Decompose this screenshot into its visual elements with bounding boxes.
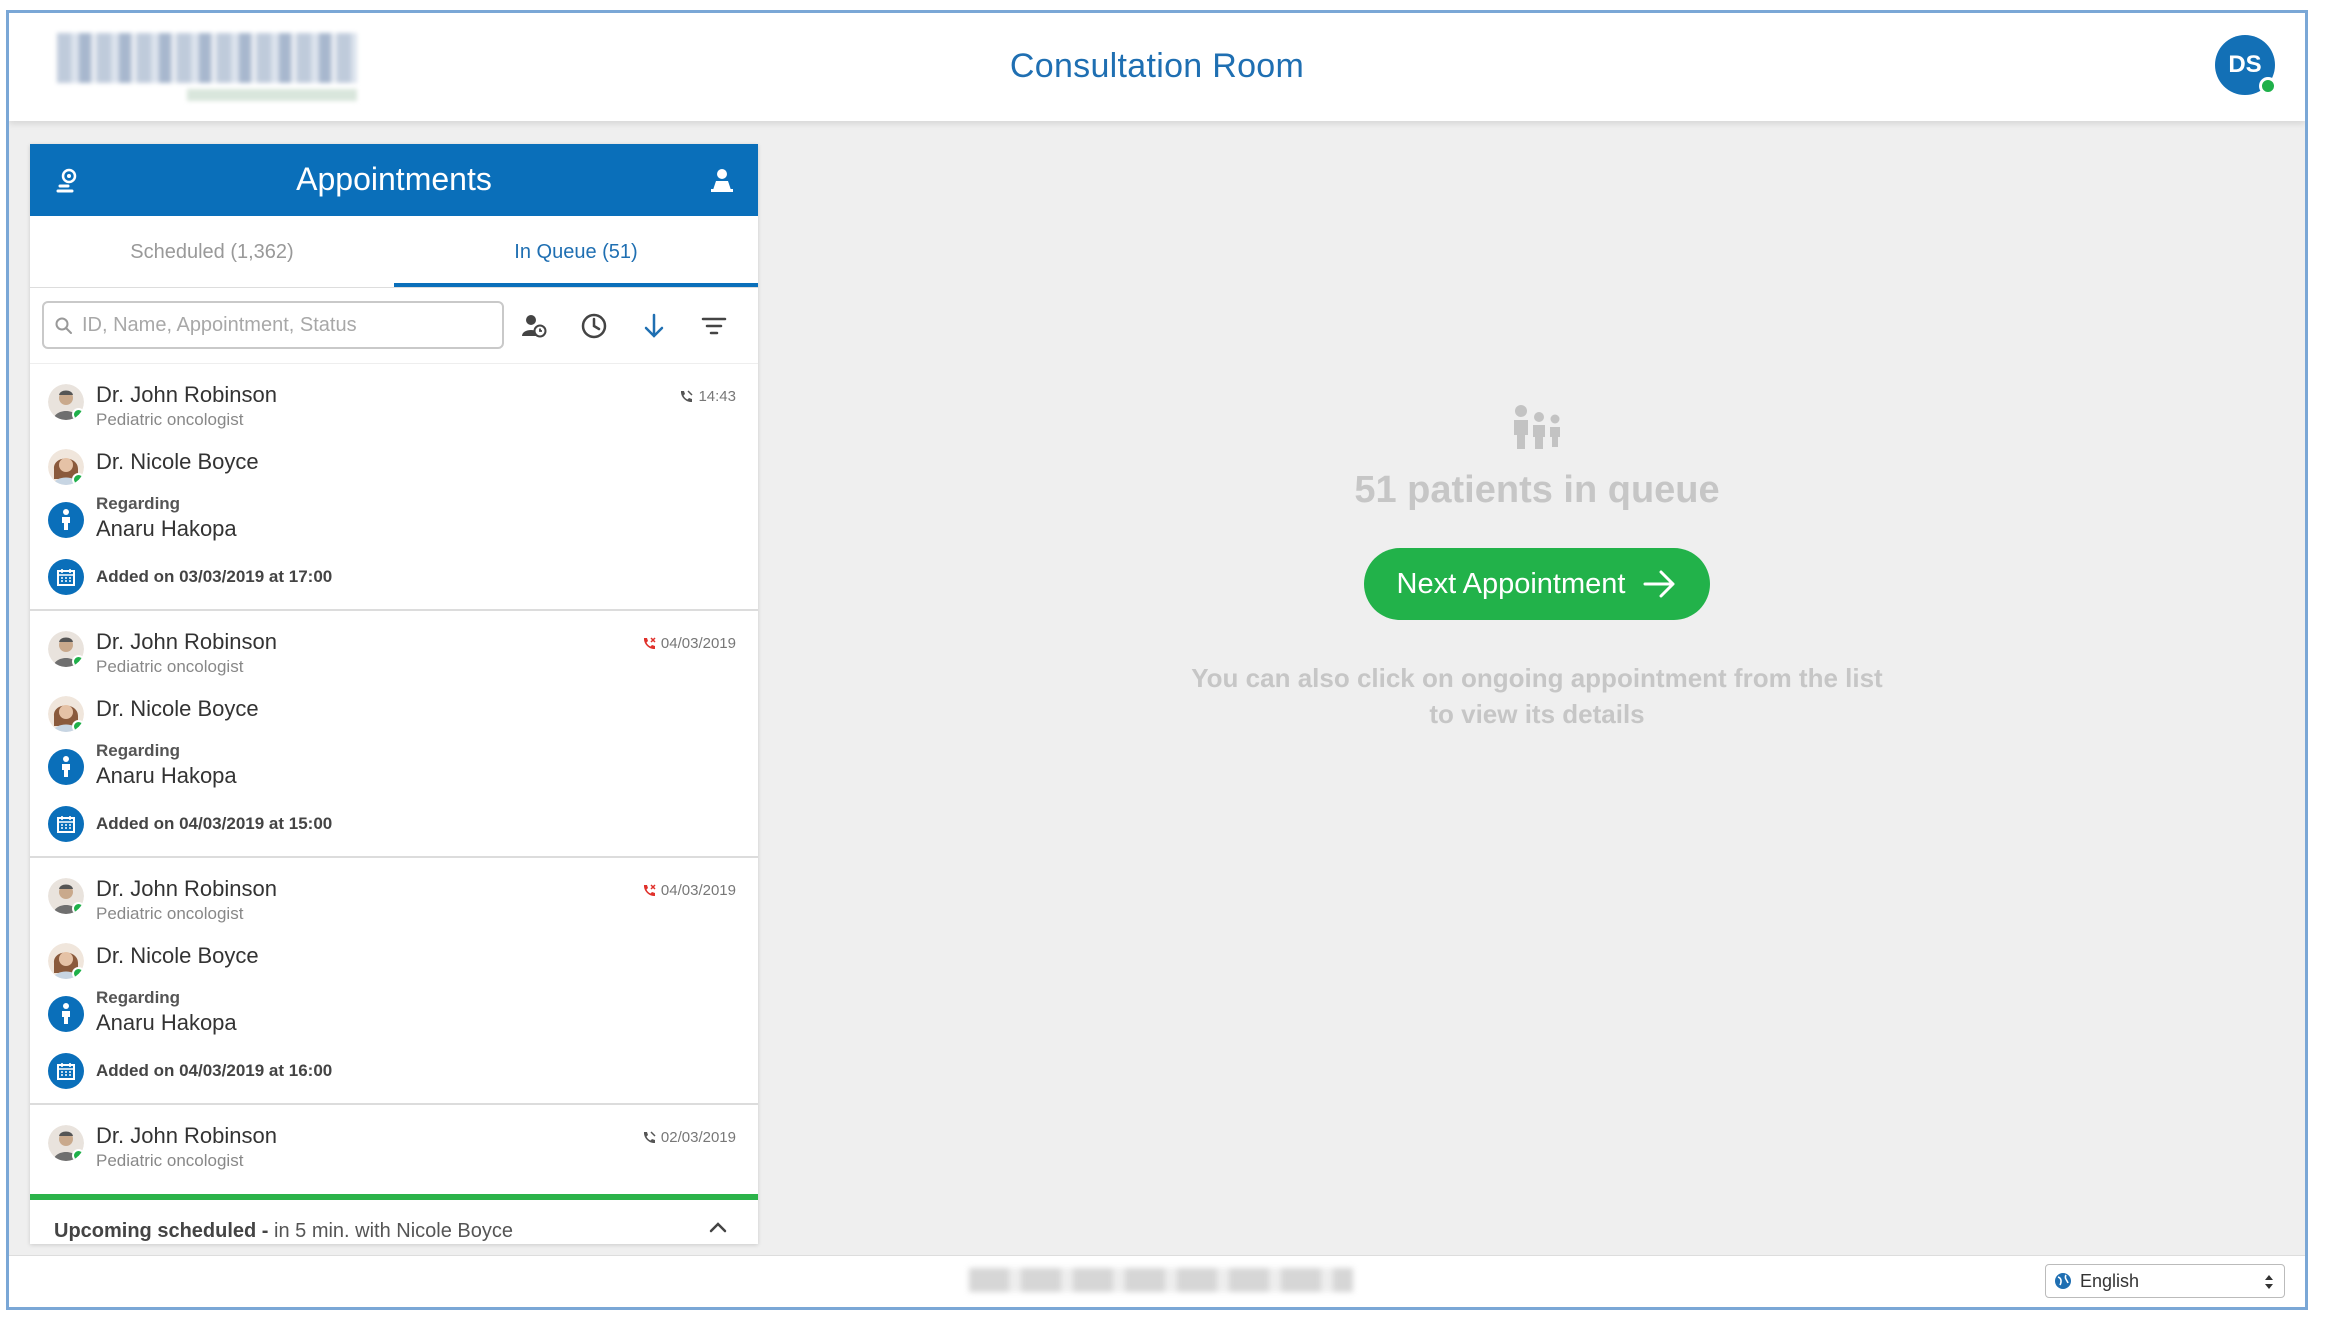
appointment-list: Dr. John Robinson Pediatric oncologist 1… bbox=[30, 364, 758, 1194]
colleague-avatar bbox=[48, 449, 84, 485]
search-input[interactable] bbox=[82, 307, 492, 343]
patient-name: Anaru Hakopa bbox=[96, 763, 237, 788]
upcoming-text: Upcoming scheduled - in 5 min. with Nico… bbox=[54, 1220, 514, 1242]
call-time: 04/03/2019 bbox=[641, 882, 736, 899]
top-header: Consultation Room DS bbox=[9, 13, 2305, 121]
appointments-title: Appointments bbox=[296, 161, 492, 197]
patient-icon bbox=[48, 749, 84, 785]
doctor-avatar bbox=[48, 1125, 84, 1161]
appointments-panel: Appointments Scheduled (1,362) In Queue … bbox=[30, 144, 758, 1244]
patient-icon bbox=[48, 502, 84, 538]
doctor-avatar bbox=[48, 384, 84, 420]
added-date: Added on 04/03/2019 at 15:00 bbox=[96, 814, 333, 833]
filter-icon[interactable] bbox=[700, 312, 728, 340]
appointment-tabs: Scheduled (1,362) In Queue (51) bbox=[30, 216, 758, 288]
calendar-icon bbox=[48, 1053, 84, 1089]
search-icon bbox=[55, 317, 72, 334]
added-date: Added on 04/03/2019 at 16:00 bbox=[96, 1061, 333, 1080]
doctor-name: Dr. John Robinson bbox=[96, 382, 277, 407]
language-value: English bbox=[2080, 1270, 2140, 1291]
appointment-card[interactable]: Dr. John Robinson Pediatric oncologist 0… bbox=[30, 858, 758, 1105]
regarding-label: Regarding bbox=[96, 494, 181, 513]
next-appointment-label: Next Appointment bbox=[1396, 567, 1626, 600]
upcoming-scheduled-bar[interactable]: Upcoming scheduled - in 5 min. with Nico… bbox=[30, 1194, 758, 1244]
doctor-name: Dr. John Robinson bbox=[96, 876, 277, 901]
online-status-dot bbox=[2259, 77, 2277, 95]
phone-icon bbox=[681, 389, 693, 402]
patient-name: Anaru Hakopa bbox=[96, 1010, 237, 1035]
sort-descending-icon[interactable] bbox=[640, 312, 668, 340]
doctor-specialty: Pediatric oncologist bbox=[96, 657, 244, 676]
user-initials: DS bbox=[2228, 51, 2262, 78]
doctor-avatar bbox=[48, 878, 84, 914]
colleague-name: Dr. Nicole Boyce bbox=[96, 696, 259, 721]
doctor-specialty: Pediatric oncologist bbox=[96, 1151, 244, 1170]
missed-call-icon bbox=[643, 883, 656, 896]
colleague-name: Dr. Nicole Boyce bbox=[96, 449, 259, 474]
queue-hint: You can also click on ongoing appointmen… bbox=[1191, 663, 1883, 729]
appointment-card[interactable]: Dr. John Robinson Pediatric oncologist 1… bbox=[30, 364, 758, 611]
doctor-specialty: Pediatric oncologist bbox=[96, 410, 244, 429]
appointment-card[interactable]: Dr. John Robinson Pediatric oncologist 0… bbox=[30, 611, 758, 858]
footer-info-redacted bbox=[969, 1268, 1353, 1292]
phone-icon bbox=[643, 1130, 656, 1143]
doctor-name: Dr. John Robinson bbox=[96, 1123, 277, 1148]
queue-count: 51 patients in queue bbox=[1354, 469, 1720, 511]
calendar-icon bbox=[48, 559, 84, 595]
missed-call-icon bbox=[643, 636, 656, 649]
doctor-specialty: Pediatric oncologist bbox=[96, 904, 244, 923]
call-time: 02/03/2019 bbox=[641, 1129, 736, 1146]
doctor-name: Dr. John Robinson bbox=[96, 629, 277, 654]
select-arrows-icon bbox=[2265, 1275, 2273, 1289]
queue-summary: 51 patients in queue Next Appointment Yo… bbox=[769, 403, 2305, 732]
page-title: Consultation Room bbox=[1009, 47, 1305, 85]
patient-icon bbox=[48, 996, 84, 1032]
call-time: 14:43 bbox=[678, 388, 736, 405]
appointments-header: Appointments bbox=[30, 144, 758, 216]
next-appointment-button[interactable]: Next Appointment bbox=[1364, 548, 1710, 620]
user-avatar[interactable]: DS bbox=[2215, 35, 2277, 95]
clock-icon[interactable] bbox=[580, 312, 608, 340]
language-select[interactable]: English bbox=[2045, 1264, 2285, 1298]
search-box bbox=[42, 301, 504, 349]
colleague-avatar bbox=[48, 696, 84, 732]
tab-in-queue[interactable]: In Queue (51) bbox=[394, 216, 758, 287]
tab-scheduled[interactable]: Scheduled (1,362) bbox=[30, 216, 394, 287]
page-footer: English bbox=[9, 1255, 2305, 1307]
patients-group-icon bbox=[1514, 405, 1560, 449]
regarding-label: Regarding bbox=[96, 741, 181, 760]
app-window: Consultation Room DS Appointments Schedu… bbox=[6, 10, 2308, 1310]
colleague-avatar bbox=[48, 943, 84, 979]
added-date: Added on 03/03/2019 at 17:00 bbox=[96, 567, 333, 586]
appointment-card[interactable]: Dr. John Robinson Pediatric oncologist 0… bbox=[30, 1105, 758, 1194]
calendar-icon bbox=[48, 806, 84, 842]
doctor-avatar bbox=[48, 631, 84, 667]
list-toolbar bbox=[30, 288, 758, 364]
globe-icon bbox=[2055, 1273, 2071, 1289]
arrow-right-icon bbox=[1643, 570, 1675, 598]
chevron-up-icon[interactable] bbox=[708, 1220, 728, 1234]
waiting-room-icon[interactable] bbox=[708, 166, 736, 194]
colleague-name: Dr. Nicole Boyce bbox=[96, 943, 259, 968]
regarding-label: Regarding bbox=[96, 988, 181, 1007]
call-time: 04/03/2019 bbox=[641, 635, 736, 652]
assign-user-icon[interactable] bbox=[520, 312, 548, 340]
patient-name: Anaru Hakopa bbox=[96, 516, 237, 541]
